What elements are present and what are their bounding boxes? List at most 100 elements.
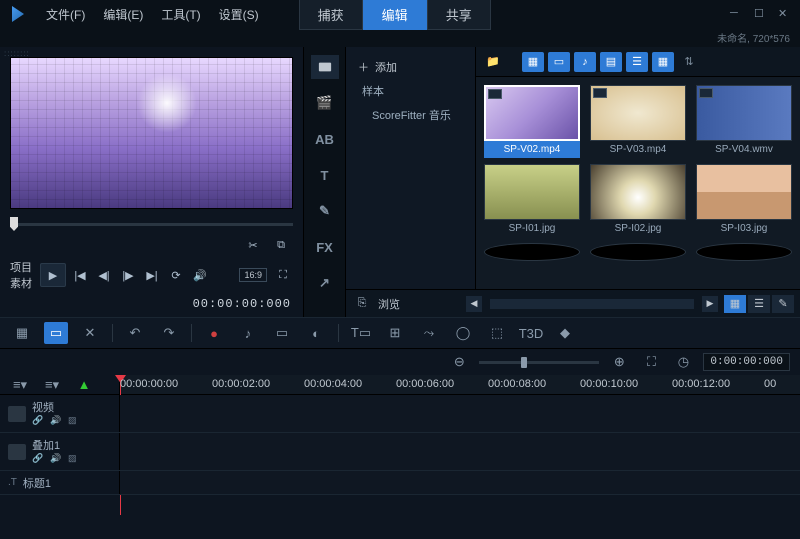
- view-mode-1[interactable]: ▦: [724, 295, 746, 313]
- instant-project-icon[interactable]: 🎬: [311, 91, 339, 115]
- scrollbar[interactable]: [490, 299, 694, 309]
- go-start-button[interactable]: |◀: [70, 265, 90, 285]
- browse-icon[interactable]: ⎘: [352, 294, 372, 314]
- thumb-item[interactable]: SP-I03.jpg: [696, 164, 792, 237]
- view-mode-2[interactable]: ☰: [748, 295, 770, 313]
- preview-viewport[interactable]: [10, 57, 293, 209]
- thumb-item[interactable]: [590, 243, 686, 261]
- cut-icon[interactable]: ✂: [243, 235, 263, 255]
- tools-icon[interactable]: ✕: [78, 322, 102, 344]
- view-mode-3[interactable]: ✎: [772, 295, 794, 313]
- graphic-category-icon[interactable]: ✎: [311, 199, 339, 223]
- split-screen-icon[interactable]: ⊞: [383, 322, 407, 344]
- browse-label[interactable]: 浏览: [378, 296, 400, 312]
- thumb-item[interactable]: SP-V02.mp4: [484, 85, 580, 158]
- import-icon[interactable]: 📁: [482, 52, 504, 72]
- filter-audio-icon[interactable]: ▤: [600, 52, 622, 72]
- audio-mixer-icon[interactable]: ♪: [236, 322, 260, 344]
- fullscreen-icon[interactable]: ⛶: [273, 265, 293, 285]
- text-tool-icon[interactable]: T▭: [349, 322, 373, 344]
- menu-file[interactable]: 文件(F): [38, 2, 93, 27]
- track-body[interactable]: [120, 471, 800, 494]
- thumb-item[interactable]: SP-I02.jpg: [590, 164, 686, 237]
- thumb-item[interactable]: [484, 243, 580, 261]
- list-view-icon[interactable]: ☰: [626, 52, 648, 72]
- close-button[interactable]: ✕: [778, 7, 792, 21]
- go-end-button[interactable]: ▶|: [142, 265, 162, 285]
- filter-photo-icon[interactable]: ♪: [574, 52, 596, 72]
- thumb-item[interactable]: SP-V04.wmv: [696, 85, 792, 158]
- zoom-out-icon[interactable]: ⊖: [447, 351, 471, 373]
- volume-button[interactable]: 🔊: [190, 265, 210, 285]
- path-category-icon[interactable]: ↗: [311, 271, 339, 295]
- lock-icon[interactable]: ▨: [68, 453, 82, 467]
- 3d-title-icon[interactable]: T3D: [519, 322, 543, 344]
- scroll-right-button[interactable]: ▶: [702, 296, 718, 312]
- prev-frame-button[interactable]: ◀|: [94, 265, 114, 285]
- play-button[interactable]: ▶: [40, 263, 66, 287]
- mute-icon[interactable]: 🔊: [50, 453, 64, 467]
- thumb-item[interactable]: [696, 243, 792, 261]
- next-frame-button[interactable]: |▶: [118, 265, 138, 285]
- redo-button[interactable]: ↷: [157, 322, 181, 344]
- marker-icon[interactable]: ◐: [304, 322, 328, 344]
- menu-settings[interactable]: 设置(S): [211, 2, 267, 27]
- add-folder-button[interactable]: ＋添加: [354, 55, 467, 79]
- undo-button[interactable]: ↶: [123, 322, 147, 344]
- auto-music-icon[interactable]: ▭: [270, 322, 294, 344]
- link-icon[interactable]: 🔗: [32, 453, 46, 467]
- timeline-view-icon[interactable]: ▭: [44, 322, 68, 344]
- track-head-title[interactable]: .T 标题1: [0, 471, 120, 494]
- mute-icon[interactable]: 🔊: [50, 415, 64, 429]
- chroma-icon[interactable]: ◯: [451, 322, 475, 344]
- zoom-slider[interactable]: [479, 361, 599, 364]
- motion-icon[interactable]: ⤳: [417, 322, 441, 344]
- menu-edit[interactable]: 编辑(E): [95, 2, 151, 27]
- tab-share[interactable]: 共享: [427, 0, 491, 30]
- track-head-overlay[interactable]: 叠加1 🔗 🔊 ▨: [0, 433, 120, 470]
- tab-capture[interactable]: 捕获: [299, 0, 363, 30]
- project-mode-label[interactable]: 项目: [10, 259, 32, 275]
- drag-handle[interactable]: ::::::::: [0, 47, 303, 55]
- timeline-timecode[interactable]: 0:00:00:000: [703, 353, 790, 371]
- lock-icon[interactable]: ▨: [68, 415, 82, 429]
- crop-icon[interactable]: ⬚: [485, 322, 509, 344]
- zoom-in-icon[interactable]: ⊕: [607, 351, 631, 373]
- menu-tools[interactable]: 工具(T): [153, 2, 208, 27]
- thumb-item[interactable]: SP-I01.jpg: [484, 164, 580, 237]
- storyboard-view-icon[interactable]: ▦: [10, 322, 34, 344]
- filter-all-icon[interactable]: ▦: [522, 52, 544, 72]
- tab-edit[interactable]: 编辑: [363, 0, 427, 30]
- clock-icon[interactable]: ◷: [671, 351, 695, 373]
- title-category-icon[interactable]: T: [311, 163, 339, 187]
- scrub-bar[interactable]: [10, 215, 293, 231]
- track-menu-1-icon[interactable]: ≡▾: [8, 374, 32, 396]
- fit-icon[interactable]: ⛶: [639, 351, 663, 373]
- grid-view-icon[interactable]: ▦: [652, 52, 674, 72]
- track-body[interactable]: [120, 395, 800, 432]
- media-category-icon[interactable]: [311, 55, 339, 79]
- transition-category-icon[interactable]: AB: [311, 127, 339, 151]
- filter-category-icon[interactable]: FX: [311, 235, 339, 259]
- aspect-ratio-badge[interactable]: 16:9: [239, 268, 267, 282]
- track-menu-2-icon[interactable]: ≡▾: [40, 374, 64, 396]
- eraser-icon[interactable]: ◆: [553, 322, 577, 344]
- tree-scorefitter[interactable]: ScoreFitter 音乐: [354, 103, 467, 127]
- repeat-button[interactable]: ⟳: [166, 265, 186, 285]
- minimize-button[interactable]: ─: [730, 7, 744, 21]
- scroll-left-button[interactable]: ◀: [466, 296, 482, 312]
- track-head-video[interactable]: 视频 🔗 🔊 ▨: [0, 395, 120, 432]
- split-icon[interactable]: ⧉: [271, 235, 291, 255]
- material-mode-label[interactable]: 素材: [10, 275, 32, 291]
- add-track-icon[interactable]: ▲: [72, 374, 96, 396]
- sort-icon[interactable]: ⇅: [678, 52, 700, 72]
- maximize-button[interactable]: ☐: [754, 7, 768, 21]
- filter-video-icon[interactable]: ▭: [548, 52, 570, 72]
- tree-sample[interactable]: 样本: [354, 79, 467, 103]
- scrub-handle[interactable]: [10, 217, 18, 231]
- time-ruler[interactable]: 00:00:00:00 00:00:02:00 00:00:04:00 00:0…: [120, 375, 800, 394]
- link-icon[interactable]: 🔗: [32, 415, 46, 429]
- record-icon[interactable]: ●: [202, 322, 226, 344]
- track-body[interactable]: [120, 433, 800, 470]
- thumb-item[interactable]: SP-V03.mp4: [590, 85, 686, 158]
